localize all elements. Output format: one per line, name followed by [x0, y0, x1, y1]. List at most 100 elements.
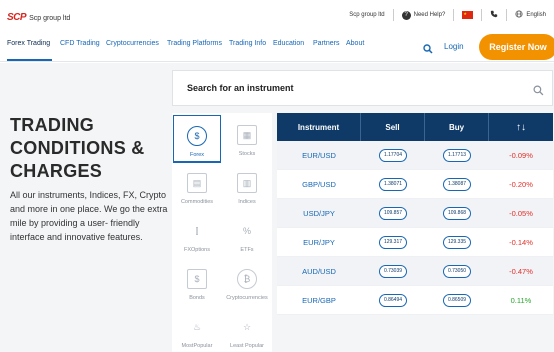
page-description: All our instruments, Indices, FX, Crypto… — [10, 190, 168, 242]
category-label: FXOptions — [184, 247, 210, 253]
category-label: Stocks — [238, 151, 256, 157]
table-row[interactable]: GBP/USD 1.38071 1.38087 -0.20% — [277, 170, 553, 199]
change-percent: -0.09% — [509, 150, 533, 160]
divider — [506, 9, 508, 21]
table-row[interactable]: USD/JPY 109.857 109.868 -0.05% — [277, 199, 553, 228]
title-line: CHARGES — [10, 161, 103, 181]
category-stocks[interactable]: ▦ Stocks — [223, 115, 271, 163]
category-label: Cryptocurrencies — [226, 295, 268, 301]
category-fxoptions[interactable]: ⫿ FXOptions — [173, 211, 221, 259]
sell-price-button[interactable]: 1.17704 — [379, 148, 407, 162]
category-most-popular[interactable]: ♨ MostPopular — [173, 307, 221, 352]
category-cryptocurrencies[interactable]: ₿ Cryptocurrencies — [223, 259, 271, 307]
buy-price-button[interactable]: 129.335 — [443, 235, 471, 249]
quotes-table: Instrument Sell Buy ↑↓ EUR/USD 1.17704 1.1… — [277, 113, 553, 315]
fxoptions-icon: ⫿ — [195, 225, 199, 236]
table-row[interactable]: EUR/USD 1.17704 1.17713 -0.09% — [277, 141, 553, 170]
nav-cfd-trading[interactable]: CFD Trading — [60, 40, 100, 47]
instrument-symbol[interactable]: GBP/USD — [277, 170, 361, 198]
column-header-buy[interactable]: Buy — [425, 113, 489, 141]
buy-price-button[interactable]: 109.868 — [443, 206, 471, 220]
register-now-button[interactable]: Register Now — [479, 34, 554, 60]
sell-cell: 1.38071 — [361, 170, 425, 198]
sort-change-icon[interactable]: ↑↓ — [489, 113, 553, 141]
nav-trading-info[interactable]: Trading Info — [229, 40, 266, 47]
commodities-icon: ▤ — [187, 173, 207, 193]
buy-cell: 1.38087 — [425, 170, 489, 198]
change-percent: -0.20% — [509, 179, 533, 189]
buy-cell: 109.868 — [425, 199, 489, 227]
fire-icon: ♨ — [192, 321, 202, 332]
login-link[interactable]: Login — [444, 42, 464, 51]
instrument-symbol[interactable]: EUR/GBP — [277, 286, 361, 314]
main-nav: Forex Trading CFD Trading Cryptocurrenci… — [0, 32, 554, 62]
buy-cell: 1.17713 — [425, 141, 489, 169]
table-row[interactable]: EUR/JPY 129.317 129.335 -0.14% — [277, 228, 553, 257]
nav-trading-platforms[interactable]: Trading Platforms — [167, 40, 222, 47]
need-help-link[interactable]: Need Help? — [414, 12, 446, 18]
logo-mark: SCP — [7, 12, 27, 23]
column-header-instrument[interactable]: Instrument — [277, 113, 361, 141]
etfs-icon: % — [242, 226, 251, 236]
table-row[interactable]: EUR/GBP 0.86494 0.86509 0.11% — [277, 286, 553, 315]
nav-forex-trading[interactable]: Forex Trading — [7, 40, 50, 47]
instrument-symbol[interactable]: AUD/USD — [277, 257, 361, 285]
language-selector[interactable]: English — [526, 12, 546, 18]
crypto-icon: ₿ — [237, 269, 257, 289]
category-label: Forex — [189, 152, 205, 158]
nav-cryptocurrencies[interactable]: Cryptocurrencies — [106, 40, 159, 47]
sell-price-button[interactable]: 0.73039 — [379, 264, 407, 278]
instrument-symbol[interactable]: EUR/USD — [277, 141, 361, 169]
nav-education[interactable]: Education — [273, 40, 304, 47]
category-etfs[interactable]: % ETFs — [223, 211, 271, 259]
buy-cell: 0.73050 — [425, 257, 489, 285]
category-forex[interactable]: $ Forex — [173, 115, 221, 163]
table-body: EUR/USD 1.17704 1.17713 -0.09% GBP/USD 1.3807… — [277, 141, 553, 315]
table-row[interactable]: AUD/USD 0.73039 0.73050 -0.47% — [277, 257, 553, 286]
category-label: Indices — [238, 199, 256, 205]
sell-price-button[interactable]: 1.38071 — [379, 177, 407, 191]
sell-price-button[interactable]: 109.857 — [379, 206, 407, 220]
logo-text: Scp group ltd — [29, 15, 71, 22]
divider — [481, 9, 483, 21]
instrument-symbol[interactable]: USD/JPY — [277, 199, 361, 227]
instrument-symbol[interactable]: EUR/JPY — [277, 228, 361, 256]
buy-price-button[interactable]: 1.38087 — [443, 177, 471, 191]
sell-cell: 109.857 — [361, 199, 425, 227]
change-percent: -0.05% — [509, 208, 533, 218]
buy-price-button[interactable]: 1.17713 — [443, 148, 471, 162]
search-placeholder: Search for an instrument — [187, 83, 294, 93]
category-label: Commodities — [180, 199, 214, 205]
category-bonds[interactable]: $ Bonds — [173, 259, 221, 307]
instrument-search-input[interactable]: Search for an instrument — [172, 70, 553, 106]
forex-icon: $ — [187, 126, 207, 146]
search-icon[interactable] — [423, 41, 433, 54]
divider — [392, 9, 394, 21]
logo[interactable]: SCP Scp group ltd — [7, 12, 70, 23]
category-label: Bonds — [189, 295, 205, 301]
sell-price-button[interactable]: 0.86494 — [379, 293, 407, 307]
category-least-popular[interactable]: ☆ Least Popular — [223, 307, 271, 352]
column-header-sell[interactable]: Sell — [361, 113, 425, 141]
category-label: ETFs — [240, 247, 254, 253]
buy-price-button[interactable]: 0.73050 — [443, 264, 471, 278]
nav-partners[interactable]: Partners — [313, 40, 339, 47]
buy-price-button[interactable]: 0.86509 — [443, 293, 471, 307]
company-link[interactable]: Scp group ltd — [349, 12, 384, 18]
category-label: MostPopular — [181, 343, 213, 349]
change-percent: -0.47% — [509, 266, 533, 276]
category-commodities[interactable]: ▤ Commodities — [173, 163, 221, 211]
sell-price-button[interactable]: 129.317 — [379, 235, 407, 249]
stocks-icon: ▦ — [237, 125, 257, 145]
phone-icon[interactable] — [490, 10, 498, 20]
search-icon[interactable] — [533, 83, 544, 96]
category-indices[interactable]: ▥ Indices — [223, 163, 271, 211]
china-flag-icon[interactable] — [462, 11, 474, 19]
star-icon: ☆ — [242, 321, 252, 332]
divider — [453, 9, 455, 21]
active-nav-indicator — [7, 59, 52, 61]
sell-cell: 129.317 — [361, 228, 425, 256]
nav-about[interactable]: About — [346, 40, 364, 47]
title-line: CONDITIONS & — [10, 138, 145, 158]
instrument-category-grid: $ Forex ▦ Stocks ▤ Commodities ▥ Indices… — [172, 113, 272, 352]
